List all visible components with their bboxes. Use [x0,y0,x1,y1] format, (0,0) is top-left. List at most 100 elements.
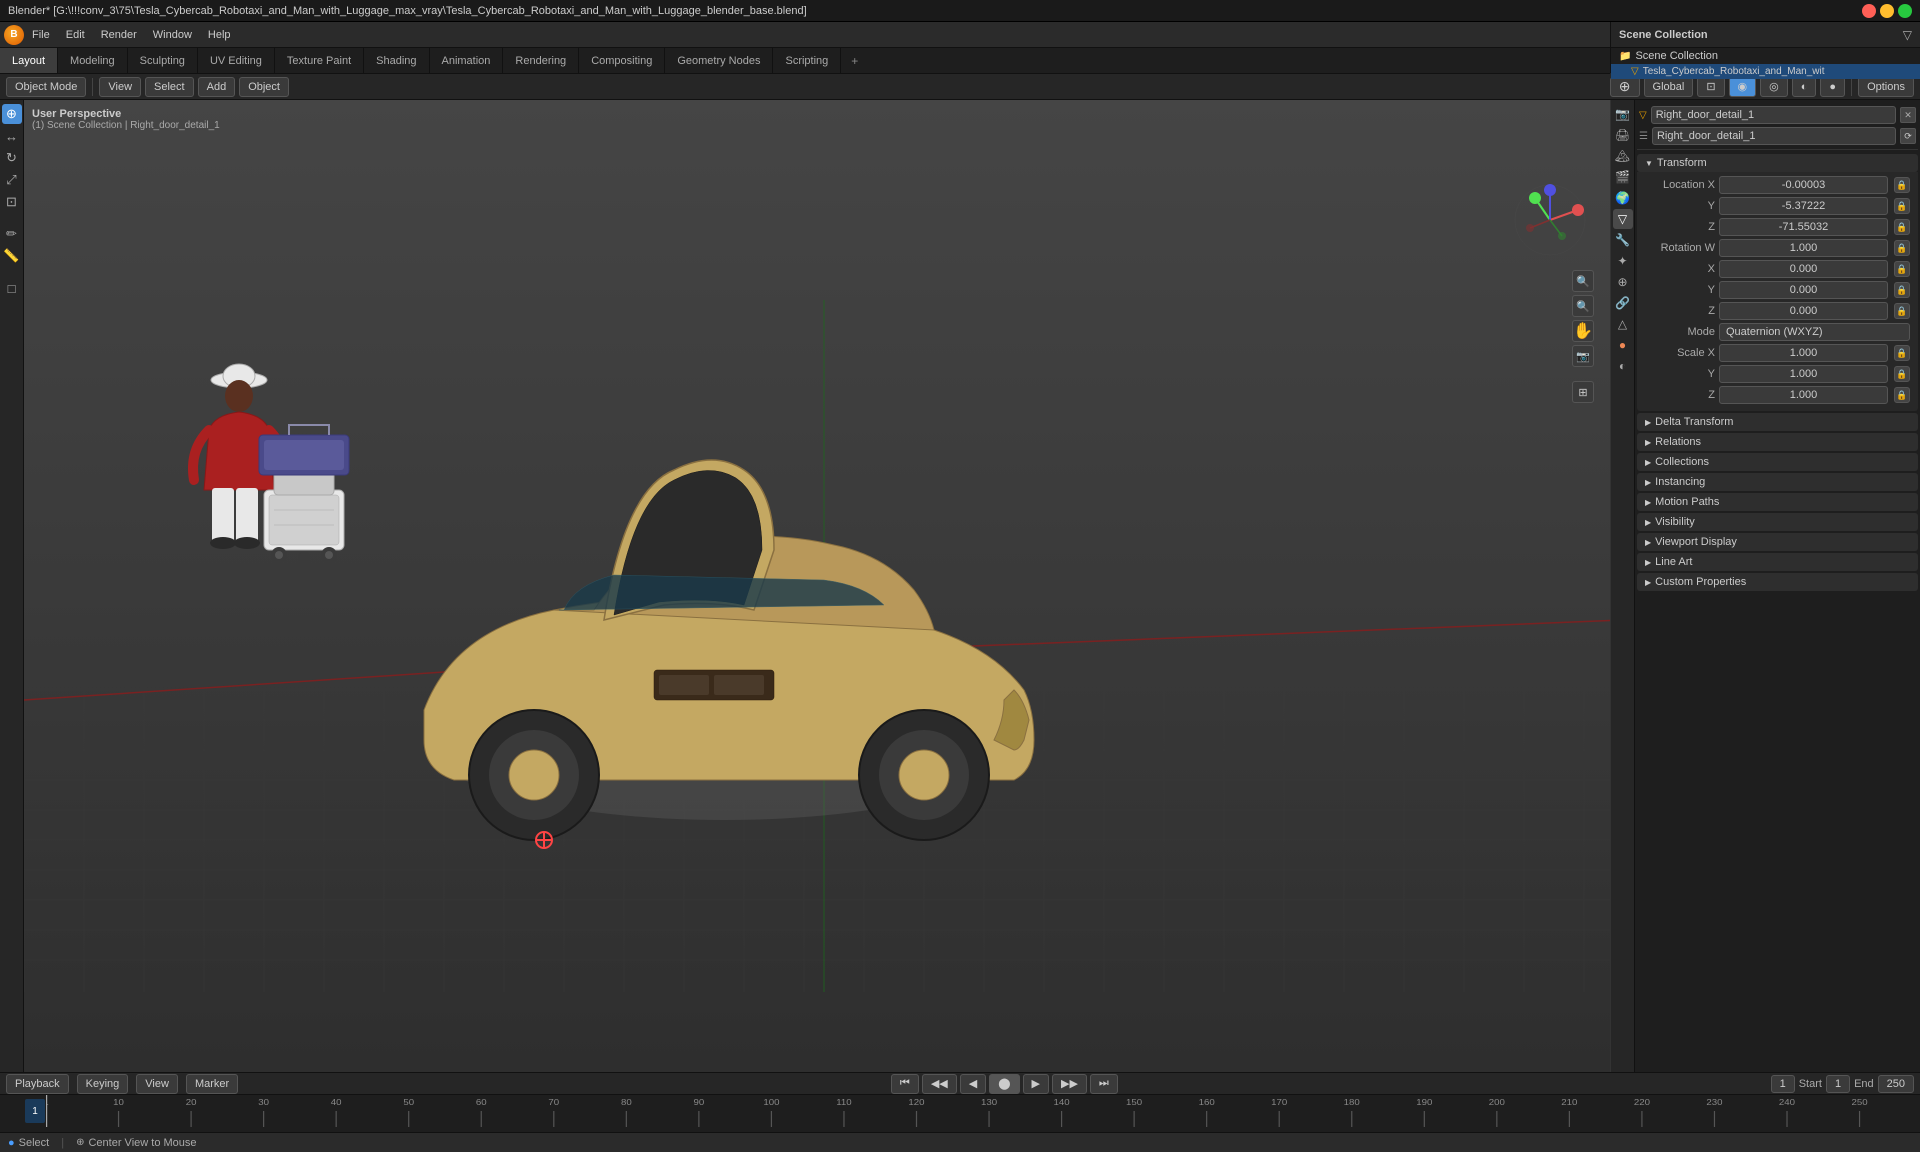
scale-x-field[interactable]: 1.000 [1719,344,1888,362]
collections-section[interactable]: Collections [1637,453,1918,471]
scale-z-lock[interactable]: 🔒 [1894,387,1910,403]
timeline-ruler[interactable]: 1 1 10 20 30 40 50 60 70 [0,1095,1920,1127]
step-forward-button[interactable]: ▶▶ [1052,1074,1087,1094]
menu-render[interactable]: Render [93,27,145,43]
rotation-z-lock[interactable]: 🔒 [1894,303,1910,319]
prop-shading-icon[interactable]: ◐ [1613,356,1633,376]
prop-world-icon[interactable]: 🌍 [1613,188,1633,208]
location-y-field[interactable]: -5.37222 [1719,197,1888,215]
relations-section[interactable]: Relations [1637,433,1918,451]
view-mode-button[interactable]: Object Mode [6,77,86,97]
tab-compositing[interactable]: Compositing [579,48,665,73]
prop-view-layer-icon[interactable]: 🏔 [1613,146,1633,166]
rotation-y-field[interactable]: 0.000 [1719,281,1888,299]
start-frame-field[interactable]: 1 [1826,1075,1850,1093]
viewport-shading-solid[interactable]: ◉ [1729,77,1757,97]
jump-to-end-button[interactable]: ⏭ [1090,1074,1118,1094]
add-cube-tool[interactable]: □ [2,278,22,298]
zoom-in-button[interactable]: 🔍 [1572,270,1594,292]
scale-y-field[interactable]: 1.000 [1719,365,1888,383]
prop-output-icon[interactable]: 🖨 [1613,125,1633,145]
object-name-clear-button[interactable]: ✕ [1900,107,1916,123]
global-transform[interactable]: Global [1644,77,1694,97]
scale-x-lock[interactable]: 🔒 [1894,345,1910,361]
render-region-button[interactable]: ⊞ [1572,381,1594,403]
scale-tool[interactable]: ⤢ [2,170,22,190]
timeline-keying-menu[interactable]: Keying [77,1074,129,1094]
prop-data-icon[interactable]: △ [1613,314,1633,334]
tab-modeling[interactable]: Modeling [58,48,128,73]
minimize-button[interactable] [1880,4,1894,18]
camera-view-button[interactable]: 📷 [1572,345,1594,367]
visibility-section[interactable]: Visibility [1637,513,1918,531]
prop-object-icon[interactable]: ▽ [1613,209,1633,229]
tab-layout[interactable]: Layout [0,48,58,73]
tab-geometry-nodes[interactable]: Geometry Nodes [665,48,773,73]
location-y-lock[interactable]: 🔒 [1894,198,1910,214]
outliner-scene-collection[interactable]: 📁 Scene Collection [1611,48,1920,64]
tab-rendering[interactable]: Rendering [503,48,579,73]
transform-section-header[interactable]: Transform [1637,154,1918,172]
scale-z-field[interactable]: 1.000 [1719,386,1888,404]
measure-tool[interactable]: 📏 [2,246,22,266]
rotation-w-lock[interactable]: 🔒 [1894,240,1910,256]
tab-uv-editing[interactable]: UV Editing [198,48,275,73]
instancing-section[interactable]: Instancing [1637,473,1918,491]
viewport-shading-rendered[interactable]: ● [1820,77,1845,97]
viewport-display-section[interactable]: Viewport Display [1637,533,1918,551]
rotation-x-field[interactable]: 0.000 [1719,260,1888,278]
options-button[interactable]: Options [1858,77,1914,97]
location-x-lock[interactable]: 🔒 [1894,177,1910,193]
viewport-3d[interactable]: User Perspective (1) Scene Collection | … [24,100,1610,1072]
tab-scripting[interactable]: Scripting [773,48,841,73]
motion-paths-section[interactable]: Motion Paths [1637,493,1918,511]
object-menu-button[interactable]: Object [239,77,289,97]
cursor-tool[interactable]: ⊕ [2,104,22,124]
move-tool[interactable]: ↔ [2,126,22,146]
prop-particles-icon[interactable]: ✦ [1613,251,1633,271]
select-menu-button[interactable]: Select [145,77,194,97]
menu-edit[interactable]: Edit [58,27,93,43]
add-menu-button[interactable]: Add [198,77,236,97]
delta-transform-section[interactable]: Delta Transform [1637,413,1918,431]
pan-button[interactable]: ✋ [1572,320,1594,342]
rotation-w-field[interactable]: 1.000 [1719,239,1888,257]
close-button[interactable] [1862,4,1876,18]
annotate-tool[interactable]: ✏ [2,224,22,244]
add-workspace-button[interactable]: + [841,48,868,73]
stop-button[interactable]: ⬤ [989,1074,1019,1094]
view-menu-button[interactable]: View [99,77,141,97]
play-forward-button[interactable]: ▶ [1023,1074,1049,1094]
end-frame-field[interactable]: 250 [1878,1075,1914,1093]
play-reverse-button[interactable]: ◀◀ [922,1074,957,1094]
prop-render-icon[interactable]: 📷 [1613,104,1633,124]
rotation-z-field[interactable]: 0.000 [1719,302,1888,320]
timeline-view-menu[interactable]: View [136,1074,178,1094]
jump-to-start-button[interactable]: ⏮ [891,1074,919,1094]
object-name-field[interactable]: Right_door_detail_1 [1651,106,1896,124]
tab-sculpting[interactable]: Sculpting [128,48,198,73]
rotation-x-lock[interactable]: 🔒 [1894,261,1910,277]
custom-properties-section[interactable]: Custom Properties [1637,573,1918,591]
menu-window[interactable]: Window [145,27,200,43]
scale-y-lock[interactable]: 🔒 [1894,366,1910,382]
prop-physics-icon[interactable]: ⊕ [1613,272,1633,292]
menu-help[interactable]: Help [200,27,239,43]
timeline-marker-menu[interactable]: Marker [186,1074,238,1094]
line-art-section[interactable]: Line Art [1637,553,1918,571]
rotation-mode-field[interactable]: Quaternion (WXYZ) [1719,323,1910,341]
location-x-field[interactable]: -0.00003 [1719,176,1888,194]
tab-animation[interactable]: Animation [430,48,504,73]
current-frame-field[interactable]: 1 [1771,1075,1795,1093]
location-z-field[interactable]: -71.55032 [1719,218,1888,236]
timeline-playback-menu[interactable]: Playback [6,1074,69,1094]
proportional-edit[interactable]: ⊡ [1697,77,1724,97]
object-data-name-clear-button[interactable]: ⟳ [1900,128,1916,144]
prop-constraints-icon[interactable]: 🔗 [1613,293,1633,313]
filter-icon[interactable]: ▽ [1903,28,1912,42]
menu-file[interactable]: File [24,27,58,43]
rotation-y-lock[interactable]: 🔒 [1894,282,1910,298]
outliner-object-item[interactable]: ▽ Tesla_Cybercab_Robotaxi_and_Man_wit [1611,64,1920,79]
prop-material-icon[interactable]: ● [1613,335,1633,355]
maximize-button[interactable] [1898,4,1912,18]
